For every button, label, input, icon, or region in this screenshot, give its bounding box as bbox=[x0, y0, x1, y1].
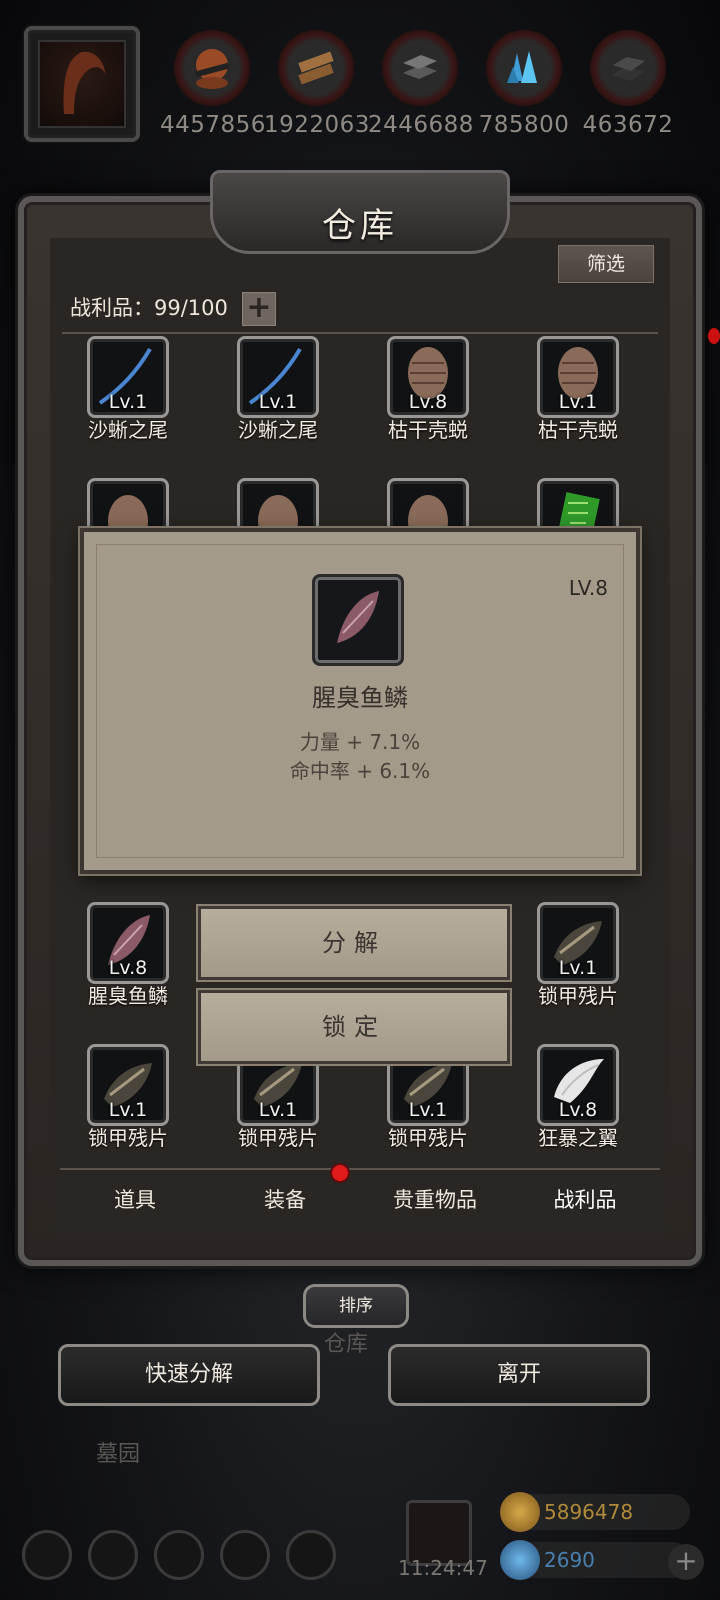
item-level: Lv.1 bbox=[558, 957, 598, 979]
tab-items[interactable]: 道具 bbox=[60, 1184, 210, 1214]
category-tabs: 道具 装备 贵重物品 战利品 bbox=[60, 1168, 660, 1228]
item-name: 枯干壳蜕 bbox=[388, 418, 468, 442]
side-notification-dot bbox=[708, 328, 720, 344]
resource-crystal[interactable]: 785800 bbox=[472, 30, 576, 138]
filter-button[interactable]: 筛选 bbox=[558, 245, 654, 283]
item-level: Lv.1 bbox=[258, 1099, 298, 1121]
item-name: 狂暴之翼 bbox=[538, 1126, 618, 1150]
background-graveyard-label: 墓园 bbox=[96, 1442, 141, 1467]
iron-icon bbox=[403, 55, 437, 79]
popup-item-name: 腥臭鱼鳞 bbox=[312, 684, 408, 712]
add-currency-button[interactable]: + bbox=[668, 1544, 704, 1580]
item-level: Lv.1 bbox=[108, 391, 148, 413]
clock: 11:24:47 bbox=[398, 1556, 488, 1580]
ore-icon bbox=[194, 49, 230, 89]
inventory-slot[interactable]: Lv.1 锁甲残片 bbox=[518, 902, 638, 1009]
map-icon[interactable] bbox=[286, 1530, 336, 1580]
character-portrait[interactable] bbox=[24, 26, 140, 142]
expand-capacity-button[interactable]: + bbox=[242, 292, 276, 326]
stat-hit-rate: 命中率 + 6.1% bbox=[289, 759, 431, 783]
decompose-button[interactable]: 分解 bbox=[198, 906, 510, 980]
item-name: 锁甲残片 bbox=[538, 984, 618, 1008]
inventory-slot[interactable]: Lv.8 狂暴之翼 bbox=[518, 1044, 638, 1151]
gem-icon bbox=[500, 1540, 540, 1580]
resource-ore[interactable]: 4457856 bbox=[160, 30, 266, 138]
item-level: Lv.1 bbox=[558, 391, 598, 413]
gold-amount: 5896478 bbox=[544, 1500, 634, 1524]
resource-bar: 4457856 1922063 2446688 785800 463672 bbox=[24, 26, 704, 146]
mail-icon[interactable] bbox=[220, 1530, 270, 1580]
resource-wood[interactable]: 1922063 bbox=[264, 30, 370, 138]
item-level: Lv.1 bbox=[408, 1099, 448, 1121]
tab-equipment[interactable]: 装备 bbox=[210, 1184, 360, 1214]
inventory-slot[interactable]: Lv.8 腥臭鱼鳞 bbox=[68, 902, 188, 1009]
inventory-slot[interactable]: Lv.1 锁甲残片 bbox=[68, 1044, 188, 1151]
scale-icon bbox=[337, 591, 379, 643]
gem-amount: 2690 bbox=[544, 1548, 595, 1572]
item-level: Lv.8 bbox=[408, 391, 448, 413]
ore-amount: 4457856 bbox=[160, 112, 266, 138]
background-warehouse-label: 仓库 bbox=[324, 1332, 369, 1357]
sort-button[interactable]: 排序 bbox=[303, 1284, 409, 1328]
lock-button[interactable]: 锁定 bbox=[198, 990, 510, 1064]
panel-title: 仓库 bbox=[322, 206, 398, 246]
item-level: Lv.8 bbox=[108, 957, 148, 979]
loot-capacity: 战利品：99/100 bbox=[70, 296, 228, 320]
item-name: 锁甲残片 bbox=[88, 1126, 168, 1150]
item-name: 锁甲残片 bbox=[388, 1126, 468, 1150]
inventory-slot[interactable]: Lv.1 沙蜥之尾 bbox=[218, 336, 338, 443]
guild-icon[interactable] bbox=[154, 1530, 204, 1580]
stat-strength: 力量 + 7.1% bbox=[299, 730, 421, 754]
settings-icon[interactable] bbox=[22, 1530, 72, 1580]
ingot-icon bbox=[611, 57, 645, 81]
resource-ingot[interactable]: 463672 bbox=[576, 30, 680, 138]
item-detail-popup: LV.8 腥臭鱼鳞 力量 + 7.1% 命中率 + 6.1% bbox=[80, 528, 640, 874]
ingot-amount: 463672 bbox=[582, 112, 674, 138]
inventory-slot[interactable]: Lv.1 枯干壳蜕 bbox=[518, 336, 638, 443]
resource-iron[interactable]: 2446688 bbox=[368, 30, 474, 138]
item-level: Lv.1 bbox=[258, 391, 298, 413]
gold-coin-icon bbox=[500, 1492, 540, 1532]
quick-decompose-button[interactable]: 快速分解 bbox=[58, 1344, 320, 1406]
item-name: 锁甲残片 bbox=[238, 1126, 318, 1150]
item-name: 沙蜥之尾 bbox=[238, 418, 318, 442]
hooded-figure-icon bbox=[63, 51, 106, 114]
gem-counter: 2690 bbox=[500, 1540, 690, 1580]
item-level: Lv.8 bbox=[558, 1099, 598, 1121]
item-level: Lv.1 bbox=[108, 1099, 148, 1121]
wood-amount: 1922063 bbox=[264, 112, 370, 138]
item-name: 腥臭鱼鳞 bbox=[88, 984, 168, 1008]
item-name: 沙蜥之尾 bbox=[88, 418, 168, 442]
wood-icon bbox=[298, 51, 334, 85]
crystal-icon bbox=[507, 51, 537, 83]
hero-icon[interactable] bbox=[88, 1530, 138, 1580]
popup-item-icon-frame bbox=[312, 574, 404, 666]
tab-valuables[interactable]: 贵重物品 bbox=[360, 1184, 510, 1214]
inventory-slot[interactable]: Lv.8 枯干壳蜕 bbox=[368, 336, 488, 443]
gold-counter: 5896478 bbox=[500, 1492, 690, 1532]
divider bbox=[62, 332, 658, 334]
tab-loot[interactable]: 战利品 bbox=[510, 1184, 660, 1214]
inventory-slot[interactable]: Lv.1 沙蜥之尾 bbox=[68, 336, 188, 443]
equipment-notification-dot bbox=[332, 1165, 348, 1181]
item-name: 枯干壳蜕 bbox=[538, 418, 618, 442]
leave-button[interactable]: 离开 bbox=[388, 1344, 650, 1406]
popup-item-stats: 力量 + 7.1% 命中率 + 6.1% bbox=[84, 728, 636, 786]
popup-item-level: LV.8 bbox=[568, 576, 608, 600]
crystal-amount: 785800 bbox=[478, 112, 570, 138]
iron-amount: 2446688 bbox=[368, 112, 474, 138]
